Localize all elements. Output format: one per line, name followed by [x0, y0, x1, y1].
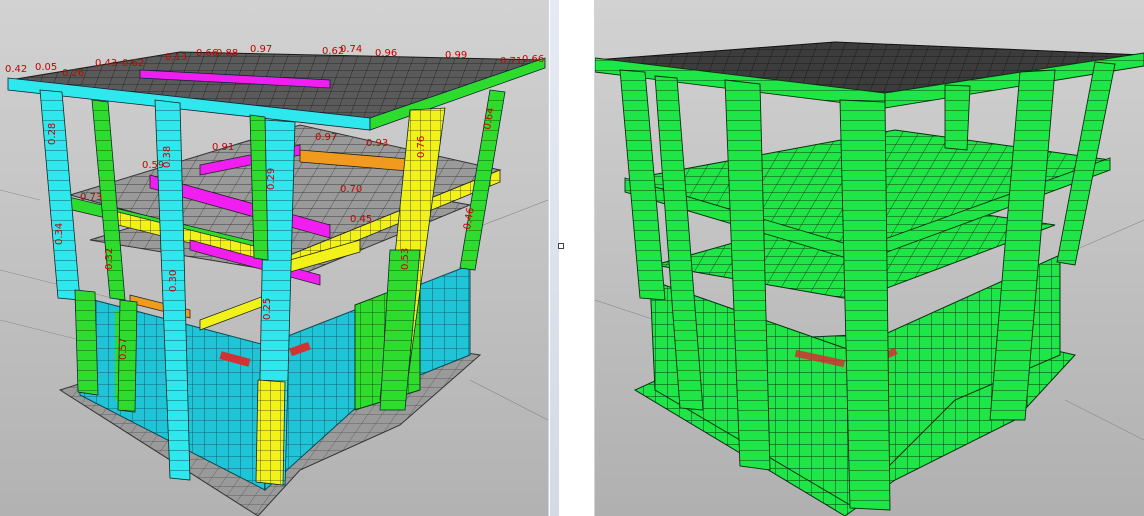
util-label: 0.62: [122, 58, 144, 69]
util-label: 0.29: [266, 168, 277, 190]
splitter-edge-left: [548, 0, 549, 516]
util-label: 0.42: [5, 64, 27, 75]
util-label: 0.25: [262, 298, 273, 320]
utilization-ratio-view[interactable]: 0.42 0.05 0.26 0.43 0.62 0.13 0.66 0.88 …: [0, 0, 548, 516]
model-canvas[interactable]: [595, 0, 1144, 516]
utilization-model-canvas[interactable]: 0.42 0.05 0.26 0.43 0.62 0.13 0.66 0.88 …: [0, 0, 548, 516]
model-view[interactable]: [595, 0, 1144, 516]
util-label: 0.70: [340, 184, 362, 195]
splitter-strip: [550, 0, 559, 516]
view-splitter[interactable]: [548, 0, 595, 516]
util-label: 0.71: [500, 56, 522, 67]
util-label: 0.93: [366, 138, 388, 149]
util-label: 0.88: [216, 48, 238, 59]
util-label: 0.59: [142, 160, 164, 171]
util-label: 0.13: [165, 52, 187, 63]
util-label: 0.26: [62, 68, 84, 79]
util-label: 0.73: [80, 192, 102, 203]
util-label: 0.66: [522, 54, 544, 65]
util-label: 0.97: [250, 44, 272, 55]
util-label: 0.74: [340, 44, 362, 55]
column-d-lower: [255, 379, 286, 486]
util-label: 0.66: [196, 48, 218, 59]
util-label: 0.30: [168, 270, 179, 292]
util-label: 0.05: [35, 62, 57, 73]
column-g: [944, 84, 971, 151]
util-label: 0.34: [54, 223, 65, 245]
util-label: 0.28: [47, 123, 58, 145]
util-label: 0.32: [104, 248, 115, 270]
util-label: 0.97: [315, 132, 337, 143]
splitter-handle[interactable]: [558, 243, 564, 249]
column-h: [74, 289, 99, 396]
util-label: 0.76: [416, 136, 427, 158]
util-label: 0.45: [350, 214, 372, 225]
util-label: 0.57: [118, 338, 129, 360]
util-label: 0.99: [445, 50, 467, 61]
util-label: 0.96: [375, 48, 397, 59]
util-label: 0.53: [400, 248, 411, 270]
util-label: 0.43: [95, 58, 117, 69]
util-label: 0.91: [212, 142, 234, 153]
